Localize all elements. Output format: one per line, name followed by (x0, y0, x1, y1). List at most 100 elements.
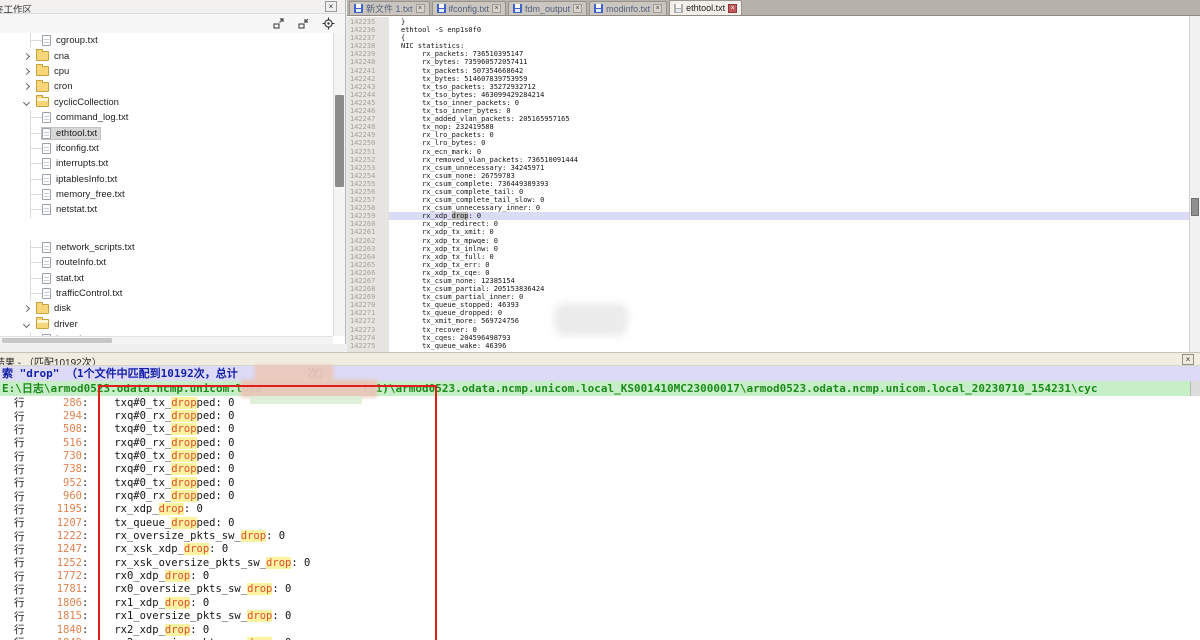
tree-item-cpu[interactable]: cpu (0, 64, 333, 79)
tree-item-stat-txt[interactable]: stat.txt (0, 270, 333, 285)
code-line[interactable]: { (389, 34, 1189, 42)
result-row[interactable]: 行1247:rx_xsk_xdp_drop: 0 (0, 543, 1200, 556)
search-summary-line[interactable]: 索 "drop" （1个文件中匹配到10192次，总计次） (0, 366, 1200, 381)
chevron-right-icon[interactable] (23, 53, 30, 60)
tree-item-interrupts-txt[interactable]: interrupts.txt (0, 156, 333, 171)
tree-item-command-log-txt[interactable]: command_log.txt (0, 110, 333, 125)
workspace-close-icon[interactable]: × (325, 1, 337, 12)
code-line[interactable]: tx_queue_stopped: 46393 (389, 301, 1189, 309)
tree-item-memory-free-txt[interactable]: memory_free.txt (0, 187, 333, 202)
code-line[interactable]: rx_lro_packets: 0 (389, 131, 1189, 139)
chevron-down-icon[interactable] (23, 321, 30, 328)
collapse-all-icon[interactable] (297, 17, 310, 30)
tree-horizontal-scrollbar[interactable] (0, 336, 333, 344)
code-line[interactable]: tx_tso_packets: 35272932712 (389, 83, 1189, 91)
tree-item-driver[interactable]: driver (0, 317, 333, 332)
code-line[interactable]: rx_csum_unnecessary_inner: 0 (389, 204, 1189, 212)
code-line[interactable]: rx_xdp_tx_cqe: 0 (389, 269, 1189, 277)
result-row[interactable]: 行516:rxq#0_rx_dropped: 0 (0, 436, 1200, 449)
tab--1-txt[interactable]: 新文件 1.txt× (349, 1, 430, 15)
tab-close-icon[interactable]: × (416, 4, 425, 13)
chevron-right-icon[interactable] (23, 83, 30, 90)
result-row[interactable]: 行960:rxq#0_rx_dropped: 0 (0, 489, 1200, 502)
chevron-right-icon[interactable] (23, 305, 30, 312)
result-row[interactable]: 行1815:rx1_oversize_pkts_sw_drop: 0 (0, 610, 1200, 623)
code-line[interactable]: ethtool -S enp1s0f0 (389, 26, 1189, 34)
tree-item-network-scripts-txt[interactable]: network_scripts.txt (0, 240, 333, 255)
code-line[interactable]: rx_ecn_mark: 0 (389, 148, 1189, 156)
code-line[interactable]: tx_cqes: 204596498793 (389, 334, 1189, 342)
tab-ifconfig-txt[interactable]: ifconfig.txt× (432, 1, 507, 15)
tree-item-cgroup-txt[interactable]: cgroup.txt (0, 33, 333, 48)
tree-item-cron[interactable]: cron (0, 79, 333, 94)
result-row[interactable]: 行1781:rx0_oversize_pkts_sw_drop: 0 (0, 583, 1200, 596)
result-row[interactable]: 行508:txq#0_tx_dropped: 0 (0, 423, 1200, 436)
tree-item-ethtool-txt[interactable]: ethtool.txt (0, 125, 333, 140)
results-close-icon[interactable]: × (1182, 354, 1194, 365)
code-line[interactable]: rx_xdp_tx_inlnw: 0 (389, 245, 1189, 253)
code-line[interactable]: rx_csum_complete_tail: 0 (389, 188, 1189, 196)
code-line[interactable]: rx_lro_bytes: 0 (389, 139, 1189, 147)
tree-item-cycliccollection[interactable]: cyclicCollection (0, 95, 333, 110)
code-line[interactable]: rx_xdp_tx_xmit: 0 (389, 228, 1189, 236)
result-row[interactable]: 行286:txq#0_tx_dropped: 0 (0, 396, 1200, 409)
tab-close-icon[interactable]: × (653, 4, 662, 13)
result-row[interactable]: 行1772:rx0_xdp_drop: 0 (0, 569, 1200, 582)
result-row[interactable]: 行1222:rx_oversize_pkts_sw_drop: 0 (0, 529, 1200, 542)
result-file-path-line[interactable]: E:\日志\armod0523.odata.ncmp.unicom.locar(… (0, 381, 1200, 396)
tab-fdm-output[interactable]: fdm_output× (508, 1, 587, 15)
code-line[interactable]: tx_nop: 232419588 (389, 123, 1189, 131)
tree-item-disk[interactable]: disk (0, 301, 333, 316)
chevron-right-icon[interactable] (23, 68, 30, 75)
result-row[interactable]: 行1252:rx_xsk_oversize_pkts_sw_drop: 0 (0, 556, 1200, 569)
code-line[interactable]: tx_queue_wake: 46396 (389, 342, 1189, 350)
result-row[interactable]: 行1207:tx_queue_dropped: 0 (0, 516, 1200, 529)
code-line[interactable]: tx_recover: 0 (389, 326, 1189, 334)
tab-close-icon[interactable]: × (492, 4, 501, 13)
tree-hscroll-thumb[interactable] (2, 338, 112, 343)
result-row[interactable]: 行1849:rx2_oversize_pkts_sw_drop: 0 (0, 636, 1200, 640)
code-line[interactable]: rx_csum_none: 26759783 (389, 172, 1189, 180)
tree-item-iptablesinfo-txt[interactable]: iptablesInfo.txt (0, 172, 333, 187)
code-line[interactable]: tx_tso_bytes: 463099429284214 (389, 91, 1189, 99)
code-line[interactable]: rx_xdp_tx_full: 0 (389, 253, 1189, 261)
tab-close-icon[interactable]: × (728, 4, 737, 13)
editor-scroll-thumb[interactable] (1191, 198, 1199, 216)
editor-vertical-scrollbar[interactable] (1189, 16, 1200, 352)
code-line[interactable]: } (389, 18, 1189, 26)
code-text[interactable]: }ethtool -S enp1s0f0{NIC statistics: rx_… (389, 17, 1189, 352)
tree-item-cna[interactable]: cna (0, 48, 333, 63)
code-line[interactable]: tx_csum_none: 12385154 (389, 277, 1189, 285)
code-line[interactable]: tx_tso_inner_bytes: 0 (389, 107, 1189, 115)
tree-item-routeinfo-txt[interactable]: routeInfo.txt (0, 255, 333, 270)
result-row[interactable]: 行738:rxq#0_rx_dropped: 0 (0, 463, 1200, 476)
result-row[interactable]: 行730:txq#0_tx_dropped: 0 (0, 449, 1200, 462)
tab-modinfo-txt[interactable]: modinfo.txt× (589, 1, 667, 15)
code-line[interactable]: NIC statistics: (389, 42, 1189, 50)
code-line[interactable]: tx_queue_dropped: 0 (389, 309, 1189, 317)
code-line[interactable]: rx_xdp_tx_mpwqe: 0 (389, 237, 1189, 245)
code-area[interactable]: 142235 142236 142237 142238 142239 14224… (347, 17, 1189, 352)
tab-ethtool-txt[interactable]: ethtool.txt× (669, 0, 742, 15)
code-line[interactable]: rx_csum_complete: 736449389393 (389, 180, 1189, 188)
current-code-line[interactable]: rx_xdp_drop: 0 (389, 212, 1189, 220)
tree-item-ifconfig-txt[interactable]: ifconfig.txt (0, 141, 333, 156)
expand-all-icon[interactable] (272, 17, 285, 30)
code-line[interactable]: tx_csum_partial: 205153836424 (389, 285, 1189, 293)
code-line[interactable]: rx_removed_vlan_packets: 736510091444 (389, 156, 1189, 164)
result-row[interactable]: 行952:txq#0_tx_dropped: 0 (0, 476, 1200, 489)
result-row[interactable]: 行1840:rx2_xdp_drop: 0 (0, 623, 1200, 636)
code-line[interactable]: tx_tso_inner_packets: 0 (389, 99, 1189, 107)
code-line[interactable]: rx_xdp_tx_err: 0 (389, 261, 1189, 269)
tree-vertical-scrollbar[interactable] (333, 33, 345, 336)
code-line[interactable]: tx_xmit_more: 569724756 (389, 317, 1189, 325)
tree-item-netstat-txt[interactable]: netstat.txt (0, 202, 333, 217)
code-line[interactable]: rx_xdp_redirect: 0 (389, 220, 1189, 228)
code-line[interactable]: tx_packets: 507354668642 (389, 67, 1189, 75)
result-row[interactable]: 行1806:rx1_xdp_drop: 0 (0, 596, 1200, 609)
result-row[interactable]: 行294:rxq#0_rx_dropped: 0 (0, 409, 1200, 422)
code-line[interactable]: tx_added_vlan_packets: 205165957165 (389, 115, 1189, 123)
code-line[interactable]: tx_bytes: 514607839753959 (389, 75, 1189, 83)
code-line[interactable]: rx_csum_unnecessary: 34245971 (389, 164, 1189, 172)
tree-item-trafficcontrol-txt[interactable]: trafficControl.txt (0, 286, 333, 301)
